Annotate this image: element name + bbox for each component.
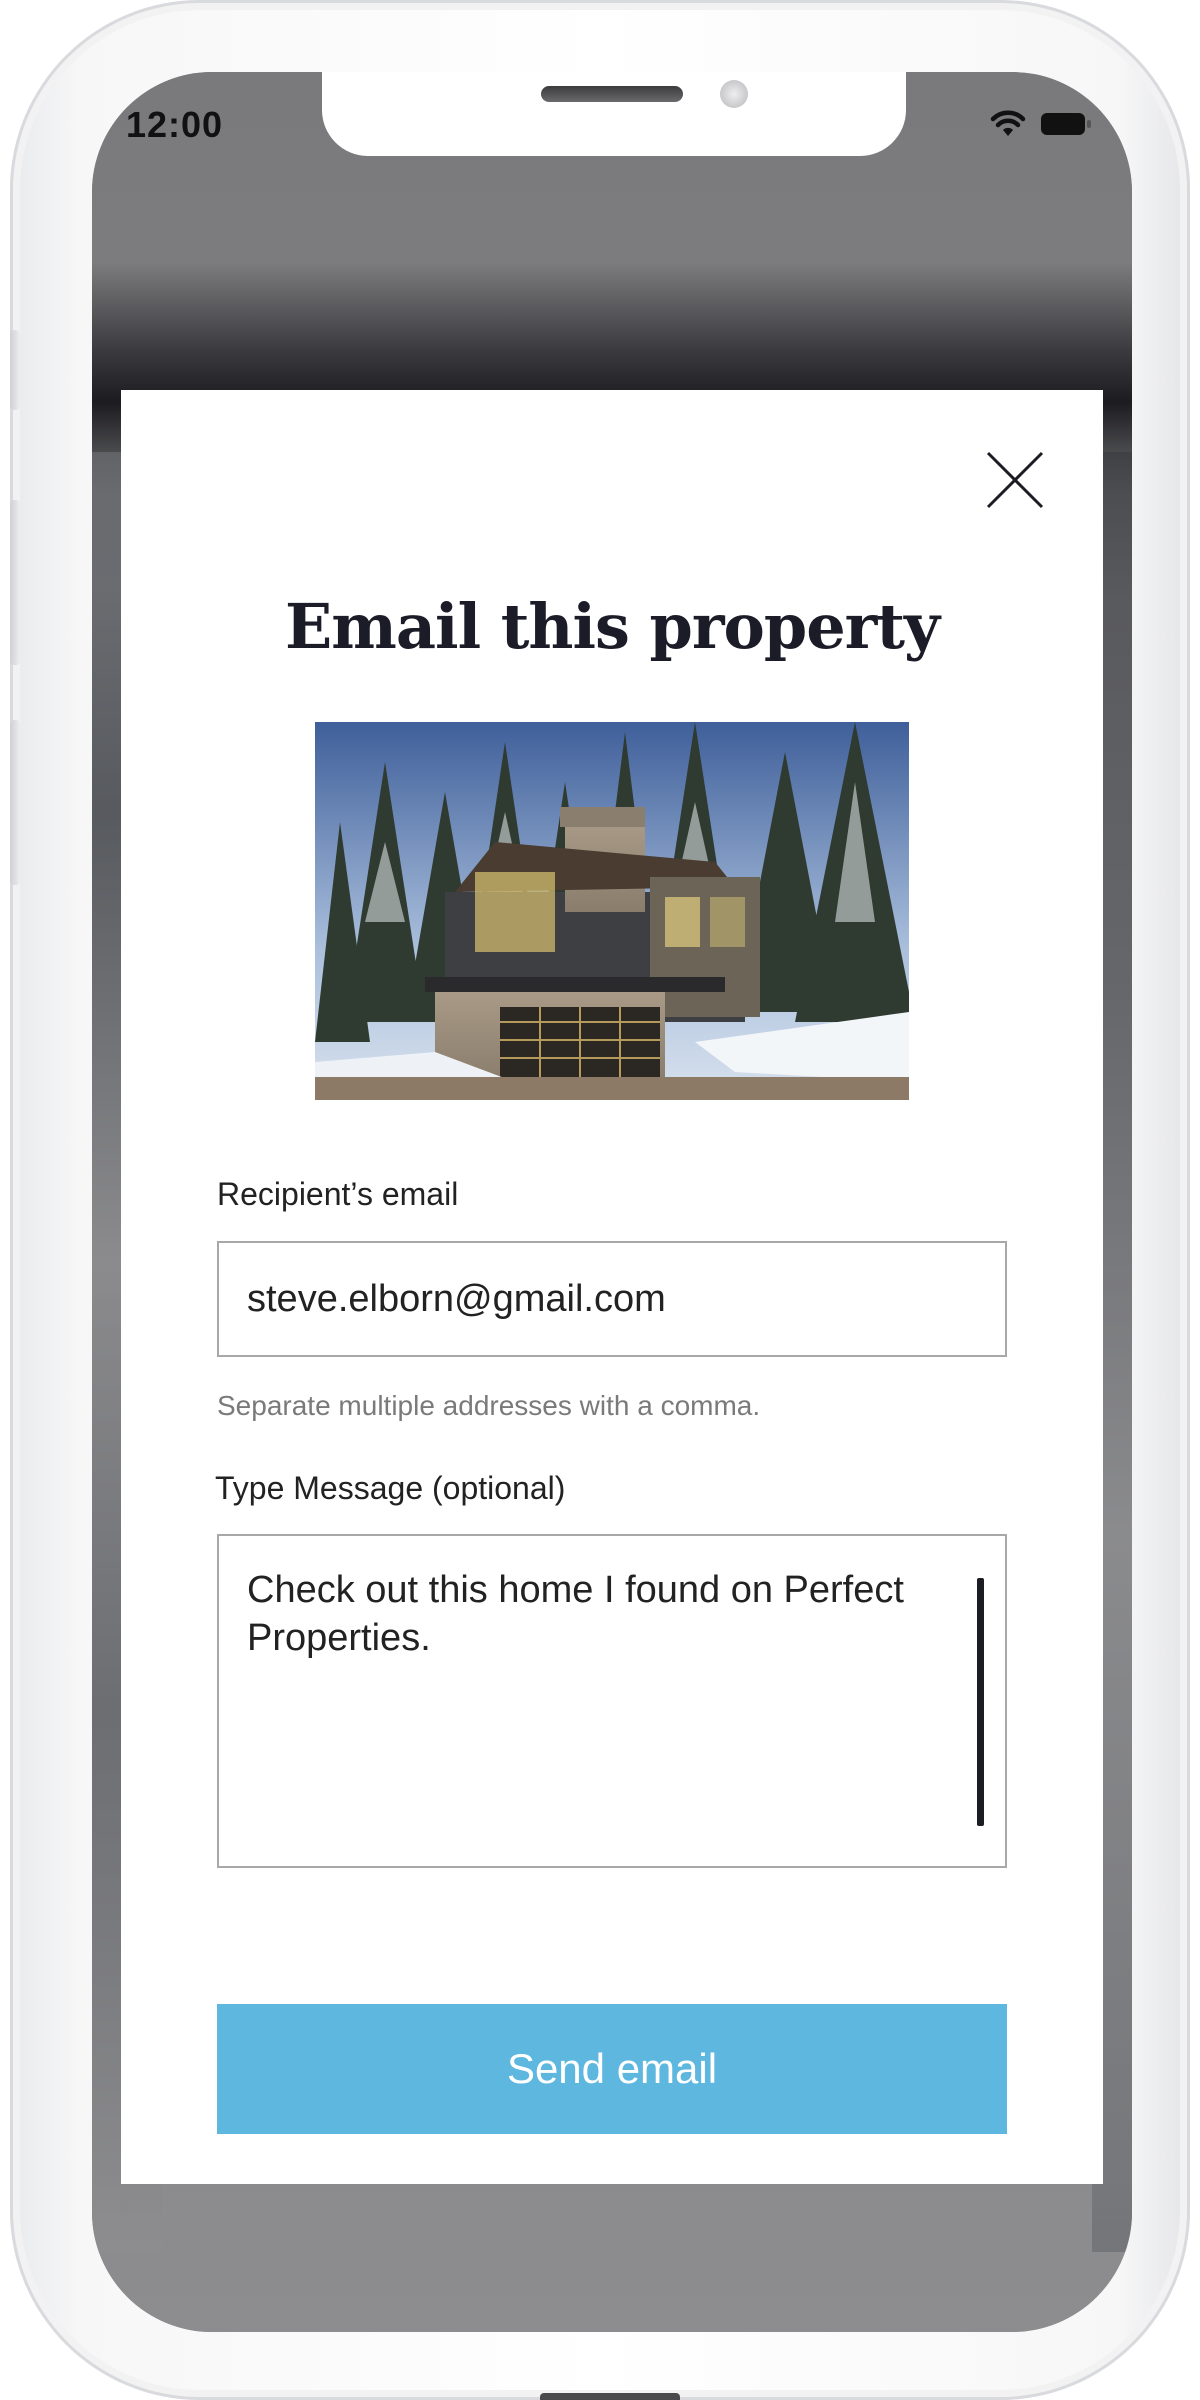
close-icon (985, 450, 1045, 510)
battery-icon (1040, 111, 1092, 137)
status-icons (990, 110, 1092, 138)
recipient-email-input[interactable] (217, 1241, 1007, 1357)
property-photo (315, 722, 909, 1100)
front-camera (720, 80, 748, 108)
mute-switch (10, 330, 20, 410)
modal-title: Email this property (285, 590, 940, 663)
volume-up-button (10, 500, 20, 665)
status-time: 12:00 (126, 104, 224, 145)
speaker (541, 86, 683, 102)
notch (322, 72, 906, 156)
volume-down-button (10, 720, 20, 885)
wifi-icon (990, 110, 1026, 138)
close-button[interactable] (985, 450, 1045, 510)
message-label: Type Message (optional) (215, 1470, 566, 1506)
message-textarea[interactable]: Check out this home I found on Perfect P… (217, 1534, 1007, 1868)
screen: 12:00 Email this property Recipient’s em… (92, 72, 1132, 2332)
email-helper-text: Separate multiple addresses with a comma… (217, 1390, 761, 1421)
home-indicator (540, 2393, 680, 2400)
phone-frame: 12:00 Email this property Recipient’s em… (10, 0, 1190, 2400)
email-property-modal: Email this property Recipient’s email st… (121, 390, 1103, 2184)
send-email-button[interactable]: Send email (217, 2004, 1007, 2134)
textarea-scrollbar[interactable] (977, 1578, 984, 1826)
recipient-email-label: Recipient’s email (217, 1176, 459, 1212)
